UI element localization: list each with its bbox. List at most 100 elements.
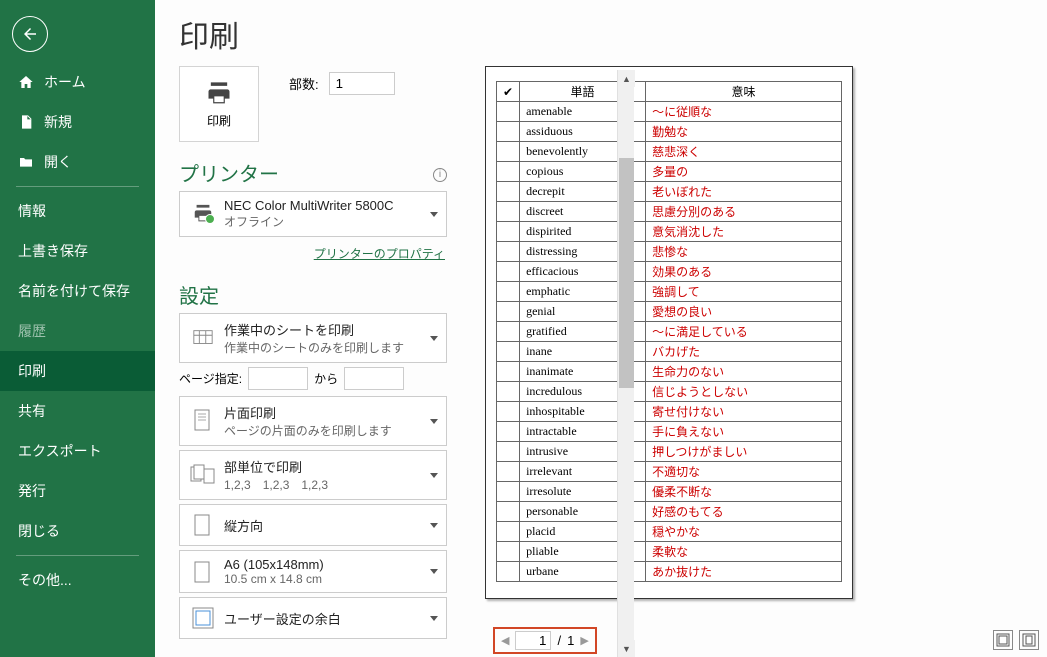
- table-row: genial愛想の良い: [497, 302, 842, 322]
- chevron-down-icon: [430, 336, 438, 341]
- collate-icon: [188, 461, 218, 489]
- print-button[interactable]: 印刷: [179, 66, 259, 142]
- zoom-to-page-button[interactable]: [1019, 630, 1039, 650]
- printer-properties-link[interactable]: プリンターのプロパティ: [314, 247, 445, 261]
- opt-label: A6 (105x148mm): [224, 557, 430, 572]
- table-row: irrelevant不適切な: [497, 462, 842, 482]
- nav-export[interactable]: エクスポート: [0, 431, 155, 471]
- opt-label: ユーザー設定の余白: [224, 609, 430, 628]
- paper-select[interactable]: A6 (105x148mm) 10.5 cm x 14.8 cm: [179, 550, 447, 593]
- col-meaning: 意味: [646, 82, 842, 102]
- nav-label: 名前を付けて保存: [18, 281, 130, 301]
- nav-share[interactable]: 共有: [0, 391, 155, 431]
- nav-saveas[interactable]: 名前を付けて保存: [0, 271, 155, 311]
- chevron-down-icon: [430, 212, 438, 217]
- copies-label: 部数:: [289, 74, 319, 93]
- table-row: placid穏やかな: [497, 522, 842, 542]
- table-row: personable好感のもてる: [497, 502, 842, 522]
- backstage-sidebar: ホーム 新規 開く 情報 上書き保存 名前を付けて保存 履歴 印刷 共有 エクス…: [0, 0, 155, 657]
- sides-select[interactable]: 片面印刷 ページの片面のみを印刷します: [179, 396, 447, 446]
- opt-sublabel: 作業中のシートのみを印刷します: [224, 339, 430, 356]
- table-row: distressing悲惨な: [497, 242, 842, 262]
- table-row: emphatic強調して: [497, 282, 842, 302]
- collate-select[interactable]: 部単位で印刷 1,2,3 1,2,3 1,2,3: [179, 450, 447, 500]
- next-page-button[interactable]: ▶: [580, 634, 588, 647]
- nav-label: 発行: [18, 481, 46, 501]
- table-row: inhospitable寄せ付けない: [497, 402, 842, 422]
- range-to-input[interactable]: [344, 367, 404, 390]
- nav-label: 閉じる: [18, 521, 60, 541]
- table-row: inaneバカげた: [497, 342, 842, 362]
- nav-info[interactable]: 情報: [0, 191, 155, 231]
- table-row: benevolently慈悲深く: [497, 142, 842, 162]
- page-input[interactable]: [515, 631, 551, 650]
- table-row: dispirited意気消沈した: [497, 222, 842, 242]
- table-row: gratified〜に満足している: [497, 322, 842, 342]
- printer-icon: [203, 80, 235, 108]
- page-icon: [188, 407, 218, 435]
- table-row: intrusive押しつけがましい: [497, 442, 842, 462]
- opt-label: 部単位で印刷: [224, 457, 430, 476]
- prev-page-button[interactable]: ◀: [501, 634, 509, 647]
- table-row: assiduous勤勉な: [497, 122, 842, 142]
- nav-label: 開く: [44, 152, 72, 172]
- chevron-down-icon: [430, 419, 438, 424]
- page-total: 1: [567, 633, 574, 648]
- pager-sep: /: [557, 633, 561, 648]
- nav-label: 履歴: [18, 321, 46, 341]
- page-navigator: ◀ / 1 ▶: [493, 627, 597, 654]
- print-what-select[interactable]: 作業中のシートを印刷 作業中のシートのみを印刷します: [179, 313, 447, 363]
- portrait-icon: [188, 511, 218, 539]
- nav-save[interactable]: 上書き保存: [0, 231, 155, 271]
- margins-icon: [188, 604, 218, 632]
- page-title: 印刷: [179, 12, 1023, 56]
- nav-label: エクスポート: [18, 441, 102, 461]
- nav-label: ホーム: [44, 72, 86, 92]
- settings-scrollbar[interactable]: ▲ ▼: [617, 70, 634, 657]
- chevron-down-icon: [430, 616, 438, 621]
- print-settings: 印刷 部数: i プリンター: [155, 62, 455, 657]
- opt-sublabel: 10.5 cm x 14.8 cm: [224, 572, 430, 586]
- nav-publish[interactable]: 発行: [0, 471, 155, 511]
- scroll-thumb[interactable]: [619, 158, 634, 388]
- nav-print[interactable]: 印刷: [0, 351, 155, 391]
- info-icon[interactable]: i: [433, 168, 447, 182]
- table-row: inanimate生命力のない: [497, 362, 842, 382]
- nav-label: 共有: [18, 401, 46, 421]
- nav-close[interactable]: 閉じる: [0, 511, 155, 551]
- orientation-select[interactable]: 縦方向: [179, 504, 447, 546]
- nav-label: 情報: [18, 201, 46, 221]
- scroll-up-icon[interactable]: ▲: [618, 70, 635, 87]
- preview-page: ✔ 単語 意味 amenable〜に従順なassiduous勤勉なbenevol…: [485, 66, 853, 599]
- printer-name: NEC Color MultiWriter 5800C: [224, 198, 430, 213]
- nav-label: その他...: [18, 570, 72, 590]
- opt-sublabel: 1,2,3 1,2,3 1,2,3: [224, 476, 430, 493]
- paper-icon: [188, 558, 218, 586]
- printer-select[interactable]: NEC Color MultiWriter 5800C オフライン: [179, 191, 447, 237]
- print-button-label: 印刷: [207, 112, 231, 129]
- table-row: amenable〜に従順な: [497, 102, 842, 122]
- nav-other[interactable]: その他...: [0, 560, 155, 600]
- nav-history[interactable]: 履歴: [0, 311, 155, 351]
- status-ready-icon: [205, 214, 215, 224]
- copies-input[interactable]: [329, 72, 395, 95]
- main-panel: 印刷 印刷 部数: i プリンター: [155, 0, 1047, 657]
- nav-new[interactable]: 新規: [0, 102, 155, 142]
- chevron-down-icon: [430, 473, 438, 478]
- printer-section-title: プリンター: [179, 158, 447, 187]
- range-from-input[interactable]: [248, 367, 308, 390]
- scroll-down-icon[interactable]: ▼: [618, 640, 635, 657]
- table-row: urbaneあか抜けた: [497, 562, 842, 582]
- printer-status: オフライン: [224, 213, 430, 230]
- nav-open[interactable]: 開く: [0, 142, 155, 182]
- show-margins-button[interactable]: [993, 630, 1013, 650]
- chevron-down-icon: [430, 569, 438, 574]
- settings-section-title: 設定: [179, 280, 447, 309]
- margins-select[interactable]: ユーザー設定の余白: [179, 597, 447, 639]
- table-row: pliable柔軟な: [497, 542, 842, 562]
- nav-home[interactable]: ホーム: [0, 62, 155, 102]
- back-button[interactable]: [12, 16, 48, 52]
- table-row: copious多量の: [497, 162, 842, 182]
- opt-label: 片面印刷: [224, 403, 430, 422]
- nav-label: 新規: [44, 112, 72, 132]
